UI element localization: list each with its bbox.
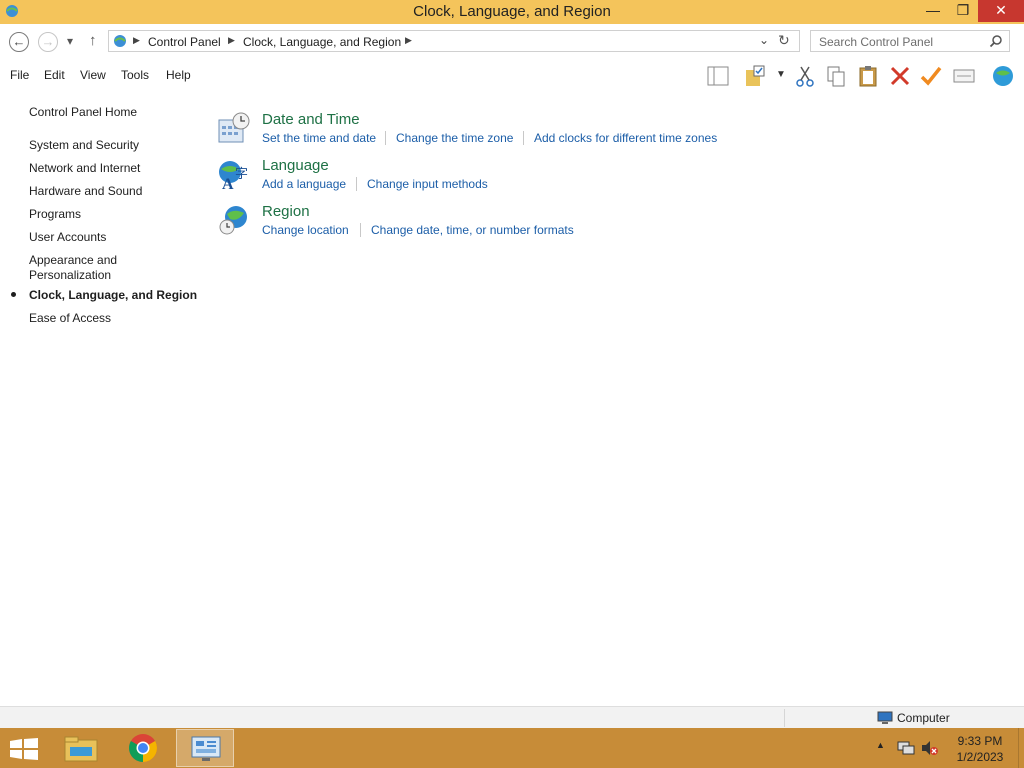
properties-icon[interactable] [952, 64, 976, 88]
search-icon[interactable] [989, 34, 1003, 48]
menu-view[interactable]: View [80, 68, 106, 82]
paste-icon[interactable] [856, 64, 880, 88]
sidebar-item-hardware-sound[interactable]: Hardware and Sound [29, 184, 142, 199]
menu-edit[interactable]: Edit [44, 68, 65, 82]
sidebar-item-programs[interactable]: Programs [29, 207, 81, 222]
taskbar: ▲ 9:33 PM 1/2/2023 [0, 728, 1024, 768]
volume-muted-icon[interactable] [921, 740, 939, 756]
link-separator [356, 177, 357, 191]
sidebar-item-network-internet[interactable]: Network and Internet [29, 161, 140, 176]
sidebar-item-ease-of-access[interactable]: Ease of Access [29, 311, 111, 326]
category-region-title[interactable]: Region [262, 203, 310, 220]
show-desktop-button[interactable] [1018, 728, 1024, 768]
system-clock[interactable]: 9:33 PM 1/2/2023 [950, 733, 1010, 765]
up-arrow-icon: ↑ [89, 32, 97, 49]
network-icon[interactable] [897, 740, 915, 756]
taskbar-chrome[interactable] [114, 729, 172, 767]
chrome-icon [129, 734, 157, 762]
clock-date: 1/2/2023 [956, 750, 1004, 764]
link-separator [360, 223, 361, 237]
link-add-clocks[interactable]: Add clocks for different time zones [534, 131, 717, 145]
windows-start-icon[interactable] [10, 738, 38, 760]
computer-icon [877, 711, 893, 724]
back-button[interactable]: ← [9, 32, 29, 52]
svg-text:A: A [222, 176, 234, 190]
up-button[interactable]: ↑ [89, 32, 97, 49]
breadcrumb-chevron-icon[interactable]: ▶ [228, 35, 235, 46]
link-change-formats[interactable]: Change date, time, or number formats [371, 223, 574, 237]
forward-arrow-icon: → [41, 34, 55, 49]
date-time-icon[interactable] [218, 112, 250, 144]
breadcrumb-control-panel[interactable]: Control Panel [148, 35, 221, 49]
sidebar-item-clock-language-region: Clock, Language, and Region [29, 288, 198, 302]
title-bar: Clock, Language, and Region — ❐ ✕ [0, 0, 1024, 24]
refresh-button[interactable]: ↻ [778, 32, 790, 49]
address-dropdown-icon[interactable]: ⌄ [759, 33, 769, 47]
search-box[interactable]: Search Control Panel [810, 30, 1010, 52]
sidebar-item-user-accounts[interactable]: User Accounts [29, 230, 106, 245]
chevron-down-icon: ▾ [67, 34, 74, 48]
category-date-time-title[interactable]: Date and Time [262, 111, 360, 128]
status-location-label: Computer [897, 711, 950, 725]
file-explorer-icon [64, 736, 98, 762]
sidebar-item-appearance[interactable]: Appearance and Personalization [29, 253, 149, 283]
restore-button[interactable]: ❐ [948, 0, 978, 22]
link-add-language[interactable]: Add a language [262, 177, 346, 191]
language-icon[interactable]: A 字 [218, 158, 250, 190]
sidebar-item-system-security[interactable]: System and Security [29, 138, 139, 153]
taskbar-control-panel[interactable] [176, 729, 234, 767]
globe-icon[interactable] [991, 64, 1015, 88]
clock-time: 9:33 PM [957, 734, 1003, 748]
folder-options-dropdown-icon[interactable]: ▼ [776, 69, 786, 80]
delete-icon[interactable] [888, 64, 912, 88]
breadcrumb-chevron-icon[interactable]: ▶ [133, 35, 140, 46]
menu-file[interactable]: File [10, 68, 29, 82]
breadcrumb-chevron-icon[interactable]: ▶ [405, 35, 412, 46]
menu-tools[interactable]: Tools [121, 68, 149, 82]
window-title: Clock, Language, and Region [413, 3, 611, 20]
svg-text:字: 字 [235, 167, 248, 182]
folder-options-icon[interactable] [744, 64, 768, 88]
menu-help[interactable]: Help [166, 68, 191, 82]
show-hidden-icons-icon[interactable]: ▲ [876, 740, 885, 750]
link-separator [523, 131, 524, 145]
forward-button[interactable]: → [38, 32, 58, 52]
control-panel-taskbar-icon [191, 736, 221, 761]
link-change-time-zone[interactable]: Change the time zone [396, 131, 513, 145]
link-change-input-methods[interactable]: Change input methods [367, 177, 488, 191]
status-divider [784, 709, 785, 727]
link-change-location[interactable]: Change location [262, 223, 349, 237]
status-bar: Computer [0, 706, 1024, 729]
layout-pane-icon[interactable] [706, 64, 730, 88]
sidebar-control-panel-home[interactable]: Control Panel Home [29, 105, 137, 120]
category-language-title[interactable]: Language [262, 157, 329, 174]
menu-bar: File Edit View Tools Help ▼ [0, 60, 1024, 90]
breadcrumb-current[interactable]: Clock, Language, and Region [243, 35, 401, 49]
control-panel-icon [114, 35, 126, 47]
current-item-bullet-icon [11, 292, 16, 297]
link-separator [385, 131, 386, 145]
refresh-icon: ↻ [778, 32, 790, 48]
copy-icon[interactable] [824, 64, 848, 88]
region-globe-icon[interactable] [218, 204, 250, 236]
taskbar-file-explorer[interactable] [52, 729, 110, 767]
cut-icon[interactable] [793, 64, 817, 88]
link-set-time-date[interactable]: Set the time and date [262, 131, 376, 145]
checkmark-icon[interactable] [919, 64, 943, 88]
close-button[interactable]: ✕ [978, 0, 1024, 22]
back-arrow-icon: ← [12, 34, 26, 49]
minimize-button[interactable]: — [918, 0, 948, 22]
address-bar[interactable]: ▶ Control Panel ▶ Clock, Language, and R… [108, 30, 800, 52]
search-input[interactable]: Search Control Panel [819, 35, 933, 49]
recent-locations-dropdown[interactable]: ▾ [67, 34, 73, 48]
navigation-bar: ← → ▾ ↑ ▶ Control Panel ▶ Clock, Languag… [0, 24, 1024, 60]
